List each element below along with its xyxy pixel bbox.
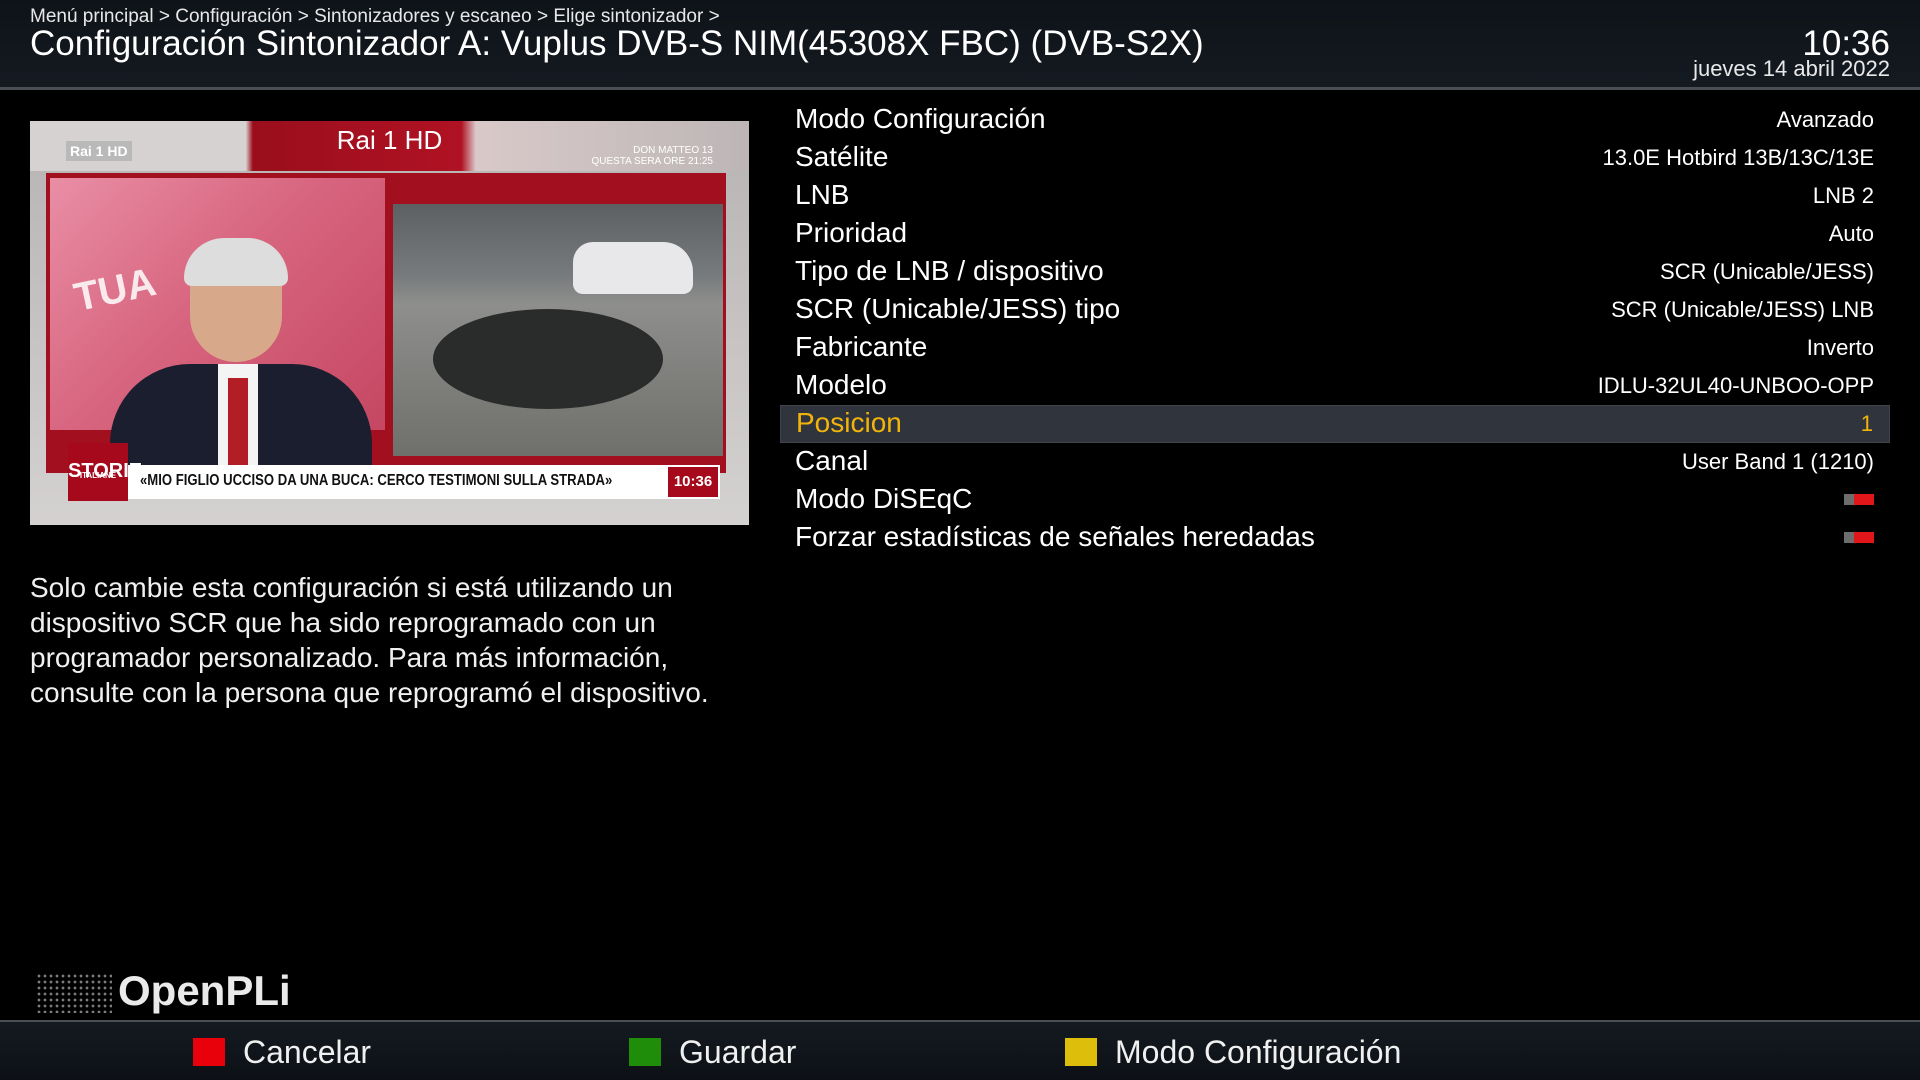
tv-preview: TUA Rai 1 HD Rai 1 HD DON MATTEO 13 QUES… [30,121,749,525]
setting-label: Satélite [795,141,889,172]
red-key-label: Cancelar [243,1034,372,1070]
footer-bar: Cancelar Guardar Modo Configuración [0,1022,1920,1080]
setting-row-modo-configuracion[interactable]: Modo Configuración Avanzado [780,101,1890,139]
preview-overlay-word: TUA [70,259,160,321]
brand-name: OpenPLi [118,967,291,1014]
setting-label: SCR (Unicable/JESS) tipo [795,293,1121,324]
setting-row-modo-diseqc[interactable]: Modo DiSEqC [780,481,1890,519]
preview-promo: DON MATTEO 13 QUESTA SERA ORE 21:25 [591,145,713,167]
setting-row-tipo-lnb[interactable]: Tipo de LNB / dispositivo SCR (Unicable/… [780,253,1890,291]
setting-row-modelo[interactable]: Modelo IDLU-32UL40-UNBOO-OPP [780,367,1890,405]
setting-label: Prioridad [795,217,908,248]
show-logo: STORIE ITALIANE [68,443,142,501]
show-logo-subtext: ITALIANE [79,471,117,480]
yellow-key-label: Modo Configuración [1115,1034,1402,1070]
setting-label: Modelo [795,369,887,400]
setting-row-forzar-estadisticas[interactable]: Forzar estadísticas de señales heredadas [780,519,1890,557]
setting-value: 13.0E Hotbird 13B/13C/13E [1602,145,1874,170]
green-button-icon [629,1038,661,1066]
setting-value: User Band 1 (1210) [1682,449,1874,474]
setting-row-satelite[interactable]: Satélite 13.0E Hotbird 13B/13C/13E [780,139,1890,177]
settings-list: Modo Configuración Avanzado Satélite 13.… [780,101,1890,557]
header-divider [0,87,1920,90]
setting-label: Tipo de LNB / dispositivo [795,255,1104,286]
red-button-icon [193,1038,225,1066]
setting-value: 1 [1860,411,1873,436]
setting-value: SCR (Unicable/JESS) [1660,259,1874,284]
ticker-headline: «MIO FIGLIO UCCISO DA UNA BUCA: CERCO TE… [140,472,613,489]
setting-description: Solo cambie esta configuración si está u… [30,572,709,708]
setting-row-canal[interactable]: Canal User Band 1 (1210) [780,443,1890,481]
setting-value: SCR (Unicable/JESS) LNB [1611,297,1874,322]
toggle-off-icon[interactable] [1844,532,1874,543]
setting-label: Modo Configuración [795,103,1046,134]
green-key-label: Guardar [679,1034,797,1070]
setting-value: IDLU-32UL40-UNBOO-OPP [1597,373,1874,398]
setting-value: Inverto [1806,335,1874,360]
setting-row-posicion[interactable]: Posicion 1 [780,405,1890,443]
setting-label: Posicion [796,407,902,438]
world-map-icon [36,973,112,1013]
presenter-hair [184,238,288,286]
setting-row-fabricante[interactable]: Fabricante Inverto [780,329,1890,367]
street-car [573,242,693,294]
preview-presenter-panel: TUA [50,178,385,494]
toggle-off-icon[interactable] [1844,494,1874,505]
setting-row-scr-tipo[interactable]: SCR (Unicable/JESS) tipo SCR (Unicable/J… [780,291,1890,329]
promo-line-1: DON MATTEO 13 [633,145,713,156]
header-bar: Menú principal > Configuración > Sintoni… [0,0,1920,87]
setting-value: LNB 2 [1812,183,1874,208]
ticker-time: 10:36 [668,467,718,497]
setting-label: Modo DiSEqC [795,483,973,514]
promo-line-2: QUESTA SERA ORE 21:25 [591,156,713,167]
preview-street-panel [393,204,723,456]
date: jueves 14 abril 2022 [1693,56,1890,81]
setting-label: LNB [795,179,850,210]
page-title: Configuración Sintonizador A: Vuplus DVB… [30,24,1204,63]
yellow-button-icon [1065,1038,1097,1066]
setting-value: Avanzado [1776,107,1874,132]
setting-label: Forzar estadísticas de señales heredadas [795,521,1315,552]
setting-label: Fabricante [795,331,928,362]
street-pothole [433,309,663,409]
setting-label: Canal [795,445,869,476]
setting-value: Auto [1828,221,1874,246]
setting-row-lnb[interactable]: LNB LNB 2 [780,177,1890,215]
setting-row-prioridad[interactable]: Prioridad Auto [780,215,1890,253]
